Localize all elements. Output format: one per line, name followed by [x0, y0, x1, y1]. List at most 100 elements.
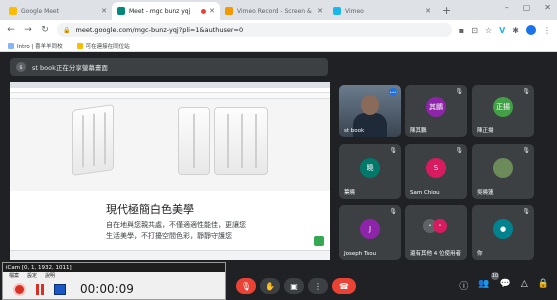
window-controls: – ▢ ✕	[505, 3, 551, 12]
mic-off-icon: 🎙	[522, 208, 530, 215]
mic-off-icon: 🎙	[455, 88, 463, 95]
participant-tile-self[interactable]: 🎙 ● 你	[472, 205, 534, 260]
tab-title: Vimeo	[345, 7, 364, 15]
participant-tile-others[interactable]: • • 還有其他 4 位使用者	[405, 205, 467, 260]
activities-icon[interactable]: △	[521, 279, 528, 292]
record-button[interactable]	[13, 282, 26, 296]
chat-icon[interactable]: 💬	[500, 279, 511, 292]
raise-hand-button[interactable]: ✋	[260, 278, 280, 294]
tab-meet-active[interactable]: Meet - mgc bunz yqj ✕	[112, 2, 220, 20]
shared-download-bar	[10, 250, 330, 260]
participant-name: 你	[477, 251, 483, 257]
meet-side-controls: ⓘ 👥 💬 △ 🔒	[459, 279, 549, 292]
mic-off-icon: 🎙	[455, 147, 463, 154]
maximize-icon[interactable]: ▢	[523, 3, 531, 12]
tab-title: Google Meet	[21, 7, 59, 15]
vimeo-extension-icon[interactable]: V	[499, 26, 505, 35]
new-tab-button[interactable]: +	[442, 4, 451, 20]
tab-vimeo[interactable]: Vimeo ✕	[328, 2, 436, 20]
product-image	[10, 99, 330, 191]
tab-title: Meet - mgc bunz yqj	[129, 7, 191, 15]
leave-call-button[interactable]: ☎	[332, 278, 356, 294]
more-options-button[interactable]: ⋮	[308, 278, 328, 294]
menu-kebab-icon[interactable]: ⋮	[543, 26, 551, 35]
forward-icon[interactable]: →	[23, 25, 33, 35]
camera-indicator-icon[interactable]: ▪	[459, 26, 464, 35]
router-image-3	[214, 107, 268, 175]
presenter-label: st book正在分享螢幕畫面	[32, 64, 108, 72]
profile-avatar[interactable]	[526, 25, 536, 35]
recording-dot-icon	[201, 8, 207, 14]
presenter-banner: s st book正在分享螢幕畫面	[10, 58, 328, 76]
participant-name: st book	[344, 128, 365, 134]
pause-button[interactable]	[36, 283, 44, 295]
participant-tile[interactable]: 🎙 正揚 陳正揚	[472, 85, 534, 137]
shared-screen: 現代極簡白色美學 自在地與您親共處，不僅適適性能佳，更讓您生活美學，不打擾空間色…	[10, 82, 330, 260]
bookmark-star-icon[interactable]: ☆	[485, 26, 492, 35]
address-bar[interactable]: 🔒 meet.google.com/mgc-bunz-yqj?pli=1&aut…	[57, 23, 452, 37]
shared-chat-icon	[314, 236, 324, 246]
tab-vimeo-record[interactable]: Vimeo Record - Screen & Web... ✕	[220, 2, 328, 20]
stop-button[interactable]	[54, 283, 66, 295]
google-meet-favicon-icon	[9, 7, 17, 15]
reload-icon[interactable]: ↻	[40, 25, 50, 35]
icam-controls: 00:00:09	[3, 279, 225, 299]
participant-tile[interactable]: 🎙 J Joseph Tsou	[339, 205, 401, 260]
shared-body-text: 自在地與您親共處，不僅適適性能佳，更讓您生活美學，不打擾空間色彩，靜靜守護您	[106, 221, 246, 240]
router-image-1	[72, 104, 114, 176]
extensions-icon[interactable]: ✱	[512, 26, 519, 35]
icam-recorder-window: iCam [0, 1, 1932, 1011] 檔案 設定 說明 00:00:0…	[2, 262, 226, 300]
participant-avatar: 正揚	[493, 97, 513, 117]
back-icon[interactable]: ←	[6, 25, 16, 35]
icam-title-bar: iCam [0, 1, 1932, 1011]	[3, 263, 225, 272]
bookmark-item[interactable]: Intro | 喜羊羊同校	[8, 42, 63, 50]
shared-heading: 現代極簡白色美學	[106, 203, 194, 216]
others-avatar-stack: •	[433, 219, 447, 233]
close-tab-icon[interactable]: ✕	[317, 7, 323, 15]
participant-tile[interactable]: 🎙 其鵬 陳其鵬	[405, 85, 467, 137]
mic-off-icon: 🎙	[389, 208, 397, 215]
close-tab-icon[interactable]: ✕	[209, 7, 215, 15]
mic-off-icon: 🎙	[522, 88, 530, 95]
toolbar-icons: ▪ ⊡ ☆ V ✱ ⋮	[459, 25, 551, 35]
participant-name: 陳正揚	[477, 128, 494, 134]
bookmark-favicon-icon	[8, 42, 14, 49]
mic-toggle-button[interactable]: 🎙	[236, 278, 256, 294]
participant-tile-camera[interactable]: ••• st book	[339, 85, 401, 137]
participant-name: 吳曉蓮	[477, 190, 494, 196]
present-button[interactable]: ▣	[284, 278, 304, 294]
bookmark-item[interactable]: 可在連接在同位站	[76, 42, 130, 50]
menu-item-help[interactable]: 說明	[45, 272, 55, 279]
participant-tile[interactable]: 🎙 吳曉蓮	[472, 144, 534, 199]
lock-icon[interactable]: 🔒	[538, 279, 549, 292]
browser-toolbar: ← → ↻ 🔒 meet.google.com/mgc-bunz-yqj?pli…	[0, 20, 557, 40]
menu-item-file[interactable]: 檔案	[9, 272, 19, 279]
meet-favicon-icon	[117, 7, 125, 15]
minimize-icon[interactable]: –	[505, 3, 509, 12]
people-icon[interactable]: 👥	[478, 279, 489, 292]
meeting-details-icon[interactable]: ⓘ	[459, 279, 468, 292]
participant-name: 葉曉	[344, 190, 356, 196]
participant-name: 還有其他 4 位使用者	[410, 251, 461, 257]
icam-menu-bar: 檔案 設定 說明	[3, 272, 225, 279]
close-tab-icon[interactable]: ✕	[101, 7, 107, 15]
participant-avatar: S	[426, 158, 446, 178]
vimeo-record-favicon-icon	[225, 7, 233, 15]
presenter-avatar: s	[16, 62, 26, 72]
close-window-icon[interactable]: ✕	[544, 3, 551, 12]
tab-google-meet[interactable]: Google Meet ✕	[4, 2, 112, 20]
participant-tile[interactable]: 🎙 S Sam Chiou	[405, 144, 467, 199]
participant-avatar: 其鵬	[426, 97, 446, 117]
router-image-2	[178, 107, 210, 175]
bookmark-label: 可在連接在同位站	[85, 43, 130, 50]
participant-name: Sam Chiou	[410, 190, 440, 196]
vimeo-favicon-icon	[333, 7, 341, 15]
bookmark-favicon-icon	[76, 42, 83, 49]
participant-tile[interactable]: 🎙 曉 葉曉	[339, 144, 401, 199]
share-icon[interactable]: ⊡	[471, 26, 478, 35]
close-tab-icon[interactable]: ✕	[425, 7, 431, 15]
menu-item-settings[interactable]: 設定	[27, 272, 37, 279]
participant-avatar: 曉	[360, 158, 380, 178]
participant-avatar-photo	[493, 158, 513, 178]
speaking-indicator-icon: •••	[389, 88, 397, 96]
